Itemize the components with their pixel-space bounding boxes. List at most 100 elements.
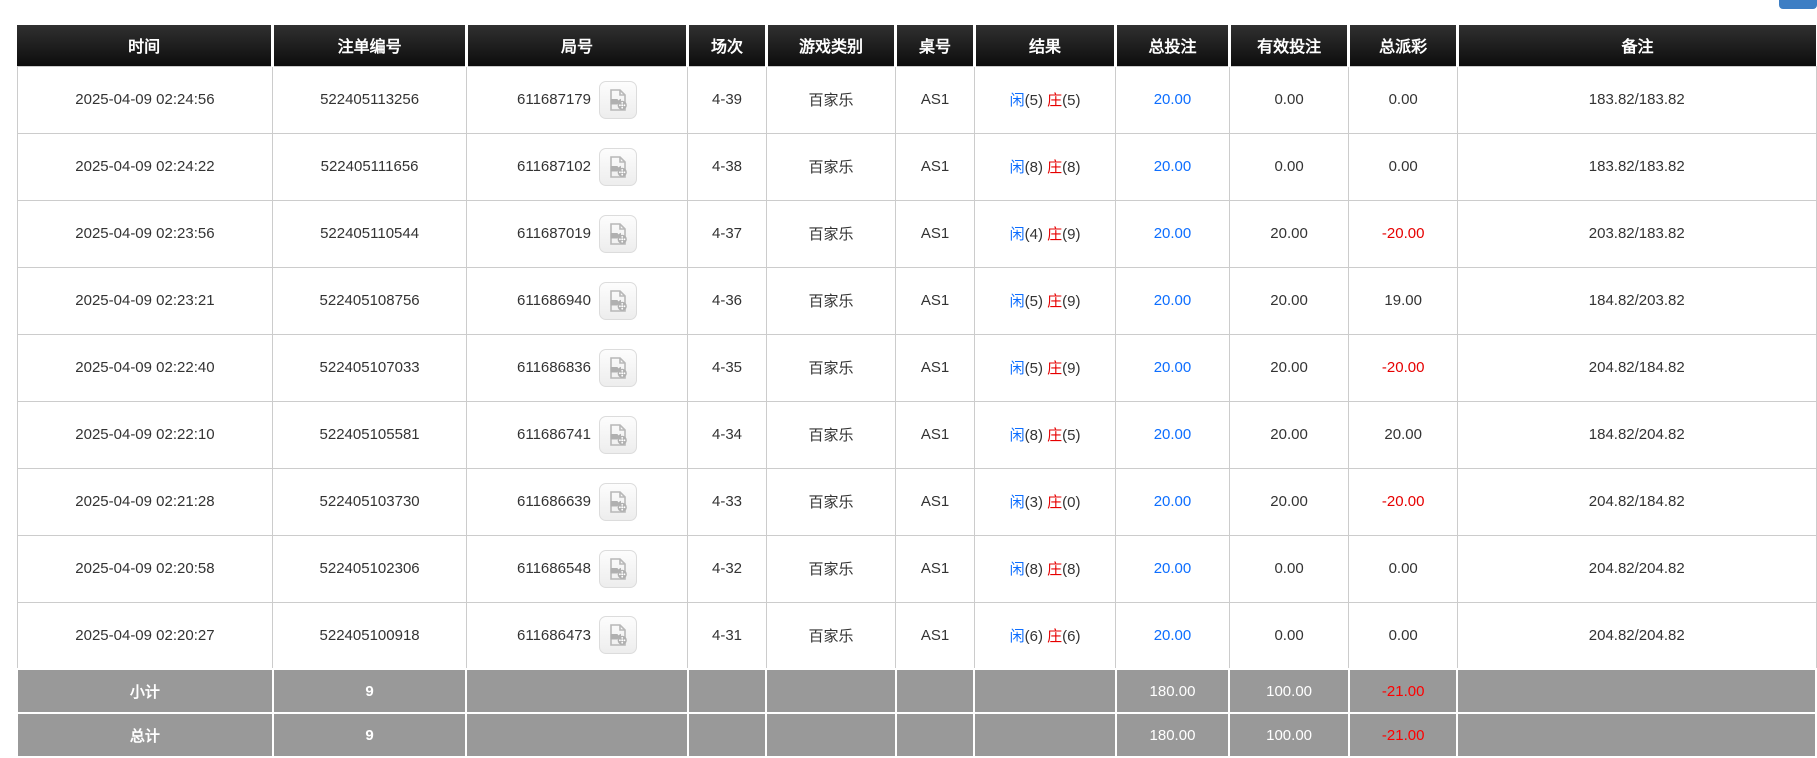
footer-valid-bet: 100.00: [1229, 669, 1349, 713]
result-player-label: 闲: [1010, 92, 1025, 109]
round-number-cell: 611687179: [466, 66, 687, 133]
round-number-cell: 611686940: [466, 267, 687, 334]
video-replay-button[interactable]: [599, 416, 637, 454]
table-body: 2025-04-09 02:24:56 522405113256 6116871…: [17, 66, 1816, 669]
game-type-cell: 百家乐: [766, 468, 895, 535]
video-replay-button[interactable]: [599, 215, 637, 253]
session-cell: 4-35: [688, 334, 767, 401]
table-row: 2025-04-09 02:20:27 522405100918 6116864…: [17, 602, 1816, 669]
time-cell: 2025-04-09 02:23:21: [17, 267, 273, 334]
round-number-cell: 611686548: [466, 535, 687, 602]
round-number-cell: 611686639: [466, 468, 687, 535]
video-replay-button[interactable]: [599, 349, 637, 387]
total-payout-cell: 20.00: [1349, 401, 1458, 468]
video-replay-button[interactable]: [599, 550, 637, 588]
remark-cell: 204.82/204.82: [1457, 535, 1816, 602]
bet-number-cell: 522405111656: [273, 133, 466, 200]
table-number-cell: AS1: [896, 334, 975, 401]
result-cell: 闲(5) 庄(9): [974, 334, 1115, 401]
video-replay-button[interactable]: [599, 148, 637, 186]
total-bet-cell[interactable]: 20.00: [1116, 334, 1230, 401]
valid-bet-cell: 20.00: [1229, 468, 1349, 535]
game-type-cell: 百家乐: [766, 200, 895, 267]
round-number-cell: 611686836: [466, 334, 687, 401]
result-banker-label: 庄: [1047, 226, 1062, 243]
result-player-label: 闲: [1010, 293, 1025, 310]
video-replay-icon: [606, 155, 630, 179]
total-payout-cell: 0.00: [1349, 535, 1458, 602]
round-number: 611687179: [517, 91, 591, 108]
video-replay-button[interactable]: [599, 616, 637, 654]
result-cell: 闲(6) 庄(6): [974, 602, 1115, 669]
total-bet-cell[interactable]: 20.00: [1116, 468, 1230, 535]
footer-empty-cell: [766, 713, 895, 757]
footer-empty-cell: [466, 669, 687, 713]
footer-empty-cell: [766, 669, 895, 713]
footer-empty-cell: [688, 713, 767, 757]
remark-cell: 204.82/184.82: [1457, 468, 1816, 535]
session-cell: 4-37: [688, 200, 767, 267]
session-cell: 4-31: [688, 602, 767, 669]
remark-cell: 183.82/183.82: [1457, 133, 1816, 200]
valid-bet-cell: 20.00: [1229, 267, 1349, 334]
table-number-cell: AS1: [896, 468, 975, 535]
result-player-label: 闲: [1010, 226, 1025, 243]
result-banker-label: 庄: [1047, 427, 1062, 444]
time-cell: 2025-04-09 02:20:27: [17, 602, 273, 669]
table-row: 2025-04-09 02:22:40 522405107033 6116868…: [17, 334, 1816, 401]
valid-bet-cell: 0.00: [1229, 535, 1349, 602]
video-replay-button[interactable]: [599, 483, 637, 521]
video-replay-button[interactable]: [599, 81, 637, 119]
footer-empty-cell: [1457, 669, 1816, 713]
total-bet-cell[interactable]: 20.00: [1116, 133, 1230, 200]
total-payout-cell: 19.00: [1349, 267, 1458, 334]
bet-number-cell: 522405100918: [273, 602, 466, 669]
footer-empty-cell: [974, 713, 1115, 757]
header-bet-number: 注单编号: [273, 25, 466, 66]
video-replay-icon: [606, 557, 630, 581]
footer-empty-cell: [688, 669, 767, 713]
result-player-label: 闲: [1010, 561, 1025, 578]
session-cell: 4-39: [688, 66, 767, 133]
round-number: 611687019: [517, 225, 591, 242]
bet-number-cell: 522405110544: [273, 200, 466, 267]
result-cell: 闲(3) 庄(0): [974, 468, 1115, 535]
video-replay-icon: [606, 490, 630, 514]
result-banker-label: 庄: [1047, 92, 1062, 109]
total-bet-cell[interactable]: 20.00: [1116, 267, 1230, 334]
total-bet-cell[interactable]: 20.00: [1116, 200, 1230, 267]
result-banker-label: 庄: [1047, 561, 1062, 578]
session-cell: 4-36: [688, 267, 767, 334]
total-bet-cell[interactable]: 20.00: [1116, 535, 1230, 602]
time-cell: 2025-04-09 02:24:56: [17, 66, 273, 133]
bet-number-cell: 522405105581: [273, 401, 466, 468]
table-number-cell: AS1: [896, 267, 975, 334]
footer-empty-cell: [896, 713, 975, 757]
session-cell: 4-34: [688, 401, 767, 468]
session-cell: 4-32: [688, 535, 767, 602]
header-total-bet: 总投注: [1116, 25, 1230, 66]
total-bet-cell[interactable]: 20.00: [1116, 66, 1230, 133]
bet-records-panel: 时间 注单编号 局号 场次 游戏类别 桌号 结果 总投注 有效投注 总派彩 备注…: [16, 25, 1817, 758]
result-player-label: 闲: [1010, 159, 1025, 176]
bet-number-cell: 522405107033: [273, 334, 466, 401]
video-replay-icon: [606, 222, 630, 246]
footer-valid-bet: 100.00: [1229, 713, 1349, 757]
time-cell: 2025-04-09 02:20:58: [17, 535, 273, 602]
footer-total-payout: -21.00: [1349, 713, 1458, 757]
total-bet-cell[interactable]: 20.00: [1116, 602, 1230, 669]
result-banker-label: 庄: [1047, 293, 1062, 310]
video-replay-icon: [606, 88, 630, 112]
valid-bet-cell: 20.00: [1229, 200, 1349, 267]
result-cell: 闲(5) 庄(5): [974, 66, 1115, 133]
scroll-top-button[interactable]: [1779, 0, 1817, 9]
table-footer: 小计 9 180.00 100.00 -21.00 总计 9 180.00 10…: [17, 669, 1816, 757]
header-table-number: 桌号: [896, 25, 975, 66]
video-replay-button[interactable]: [599, 282, 637, 320]
result-player-label: 闲: [1010, 360, 1025, 377]
bet-number-cell: 522405113256: [273, 66, 466, 133]
header-game-type: 游戏类别: [766, 25, 895, 66]
table-header: 时间 注单编号 局号 场次 游戏类别 桌号 结果 总投注 有效投注 总派彩 备注: [17, 25, 1816, 66]
total-bet-cell[interactable]: 20.00: [1116, 401, 1230, 468]
result-cell: 闲(8) 庄(8): [974, 133, 1115, 200]
